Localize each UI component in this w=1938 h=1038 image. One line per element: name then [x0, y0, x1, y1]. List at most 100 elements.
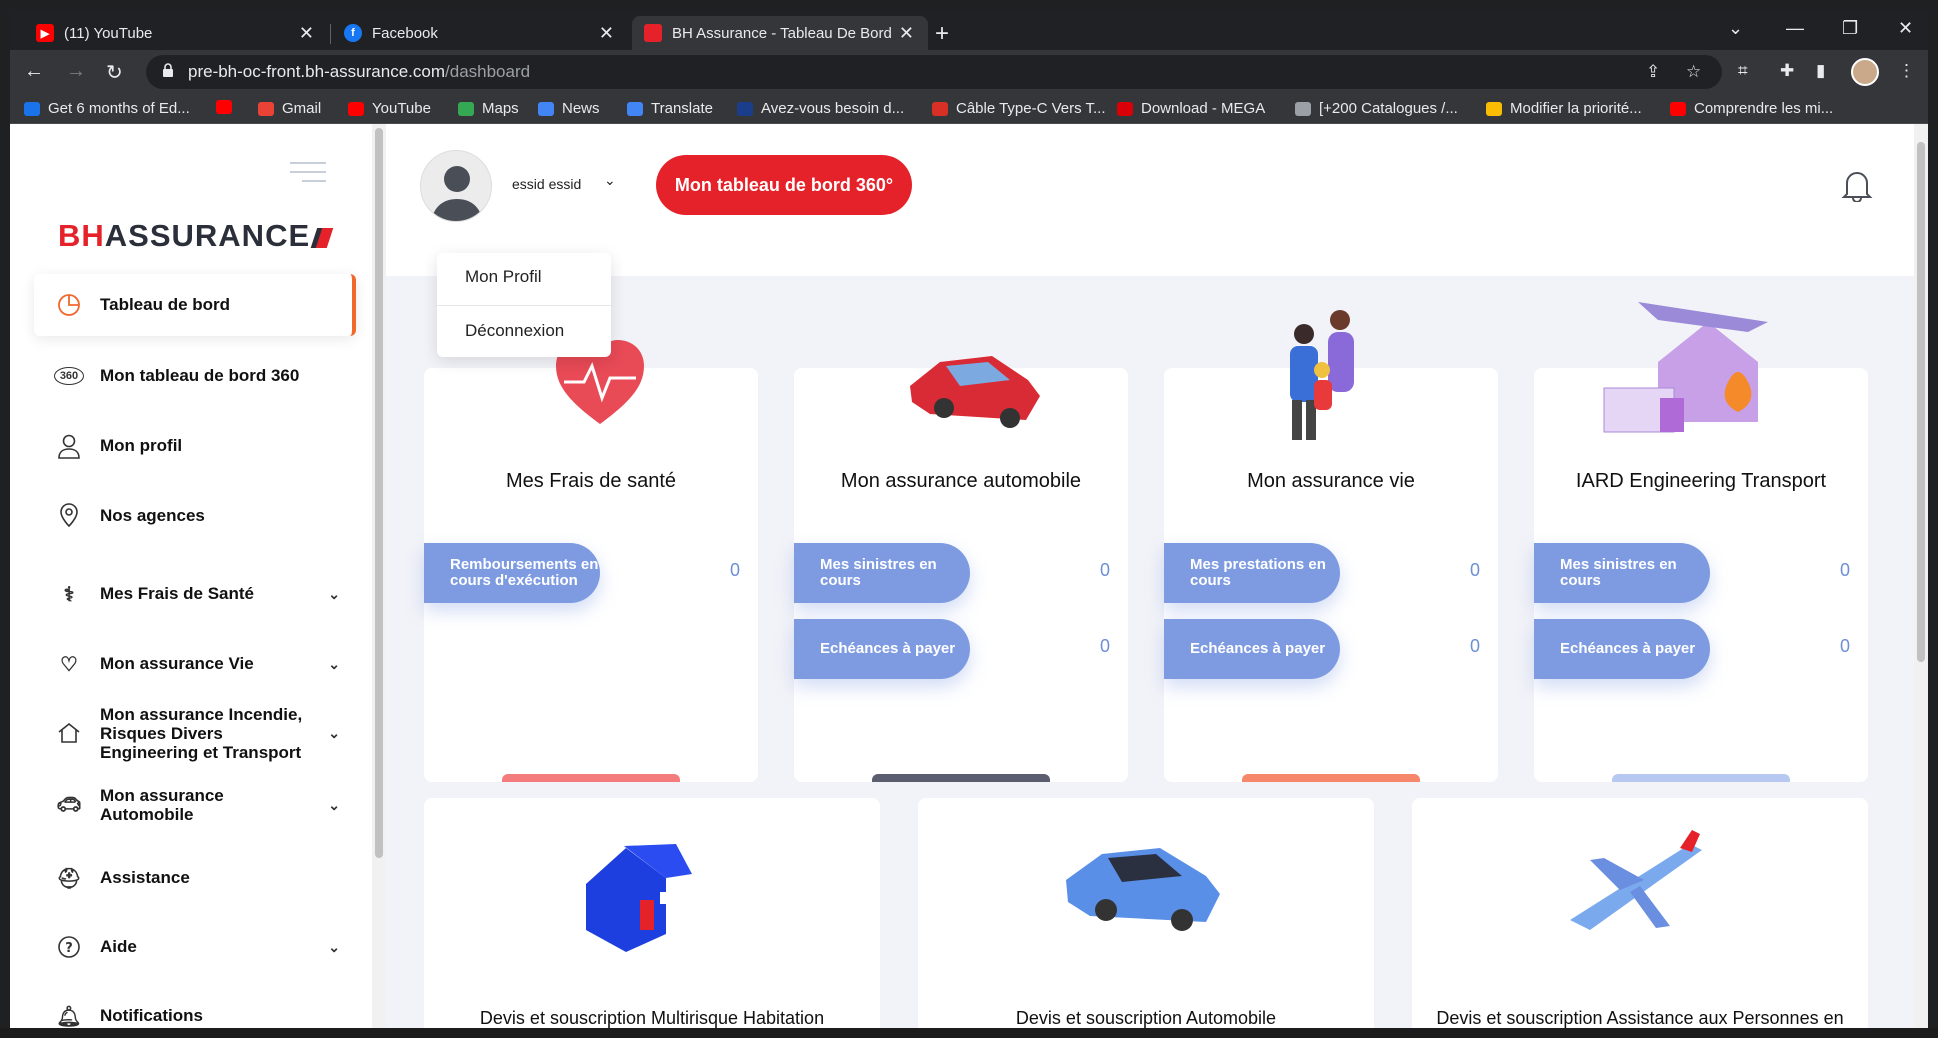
bookmark-label: Avez-vous besoin d...: [761, 100, 905, 117]
dashboard-360-button[interactable]: Mon tableau de bord 360°: [656, 155, 912, 215]
kebab-menu-icon[interactable]: ⋮: [1898, 61, 1915, 81]
reload-icon[interactable]: ↻: [106, 60, 123, 85]
card-accent-bar: [502, 774, 680, 782]
close-icon[interactable]: ✕: [299, 23, 314, 44]
bookmark-favicon-icon: [1295, 101, 1311, 116]
sidebar-scrollbar[interactable]: [372, 124, 386, 1038]
puzzle-extensions-icon[interactable]: ✚: [1780, 61, 1794, 81]
user-avatar[interactable]: [420, 150, 492, 222]
bookmark-item[interactable]: Translate: [627, 100, 713, 117]
red-car-illustration: [900, 336, 1050, 441]
sidebar-item-aide[interactable]: ? Aide ⌄: [34, 927, 356, 967]
menu-divider: [437, 305, 611, 306]
sidebar-item-profil[interactable]: Mon profil: [34, 426, 356, 466]
svg-text:?: ?: [65, 941, 73, 956]
life-hands-icon: ♡: [60, 653, 78, 676]
bookmark-item[interactable]: Câble Type-C Vers T...: [932, 100, 1106, 117]
new-tab-icon[interactable]: +: [935, 20, 949, 48]
360-view-icon: 360: [54, 367, 84, 385]
menu-item-mon-profil[interactable]: Mon Profil: [465, 267, 542, 287]
bookmark-item[interactable]: News: [538, 100, 600, 117]
chevron-down-icon: ⌄: [328, 938, 340, 955]
health-hands-icon: ⚕: [63, 583, 75, 606]
prestations-value: 0: [1469, 560, 1480, 580]
tab-bh-assurance[interactable]: BH Assurance - Tableau De Bord ✕: [632, 16, 928, 50]
bookmark-favicon-icon: [627, 101, 643, 116]
bookmark-item[interactable]: Avez-vous besoin d...: [737, 100, 904, 117]
bookmark-item[interactable]: Gmail: [258, 100, 321, 117]
sidebar-item-label: Mon profil: [100, 436, 183, 455]
echeances-pill[interactable]: Echéances à payer: [1164, 619, 1340, 679]
tab-label: Facebook: [372, 24, 438, 42]
forward-arrow-icon[interactable]: →: [66, 60, 86, 83]
bookmark-item[interactable]: YouTube: [348, 100, 431, 117]
sidebar-item-tableau-de-bord[interactable]: Tableau de bord: [34, 274, 356, 336]
profile-avatar[interactable]: [1851, 58, 1879, 86]
card-title: IARD Engineering Transport: [1575, 470, 1827, 492]
hamburger-menu-icon[interactable]: [290, 162, 326, 189]
sidebar-item-agences[interactable]: Nos agences: [34, 496, 356, 536]
page-scrollbar[interactable]: [1914, 124, 1928, 1038]
bookmark-favicon-icon: [1117, 101, 1133, 116]
dashboard-header: essid essid ⌄ Mon tableau de bord 360°: [386, 124, 1914, 276]
bookmark-item[interactable]: Get 6 months of Ed...: [24, 100, 190, 117]
tab-label: (11) YouTube: [64, 24, 153, 42]
bookmark-item[interactable]: [216, 100, 240, 114]
bookmark-item[interactable]: Download - MEGA: [1117, 100, 1265, 117]
side-panel-icon[interactable]: ▮: [1816, 61, 1825, 81]
star-icon[interactable]: ☆: [1686, 62, 1701, 82]
share-icon[interactable]: ⇪: [1646, 62, 1660, 82]
sidebar-item-assurance-vie[interactable]: ♡ Mon assurance Vie ⌄: [34, 644, 356, 684]
tab-youtube[interactable]: ▶ (11) YouTube ✕: [24, 16, 328, 50]
back-arrow-icon[interactable]: ←: [24, 60, 44, 83]
user-name[interactable]: essid essid: [512, 176, 581, 192]
page: BHASSURANCE Tableau de bord 360 Mon tabl…: [10, 124, 1928, 1038]
close-icon[interactable]: ✕: [899, 23, 914, 44]
browser-toolbar: ← → ↻ pre-bh-oc-front.bh-assurance.com/d…: [10, 50, 1928, 94]
sinistres-pill[interactable]: Mes sinistres en cours: [1534, 543, 1710, 603]
bookmark-favicon-icon: [1670, 101, 1686, 116]
bookmark-item[interactable]: Maps: [458, 100, 519, 117]
card-accent-bar: [872, 774, 1050, 782]
sidebar-item-assistance[interactable]: ⛑ Assistance: [34, 858, 356, 898]
sidebar-item-incendie[interactable]: Mon assurance Incendie, Risques Divers E…: [34, 700, 356, 766]
window-close-icon[interactable]: ✕: [1898, 18, 1913, 39]
sidebar-item-automobile[interactable]: 🚗︎ Mon assurance Automobile ⌄: [34, 782, 356, 828]
sidebar-item-tableau-360[interactable]: 360 Mon tableau de bord 360: [34, 356, 356, 396]
tab-search-chevron-icon[interactable]: ⌄: [1728, 18, 1743, 39]
bookmark-favicon-icon: [348, 101, 364, 116]
bookmark-favicon-icon: [24, 101, 40, 116]
home-icon: [54, 719, 84, 747]
address-bar[interactable]: pre-bh-oc-front.bh-assurance.com/dashboa…: [146, 55, 1722, 89]
tab-label: BH Assurance - Tableau De Bord: [672, 24, 892, 42]
sidebar-item-label: Notifications: [100, 1006, 203, 1025]
chevron-down-icon[interactable]: ⌄: [604, 172, 616, 189]
echeances-pill[interactable]: Echéances à payer: [1534, 619, 1710, 679]
restore-icon[interactable]: ❐: [1842, 18, 1858, 39]
close-icon[interactable]: ✕: [599, 23, 614, 44]
bookmark-favicon-icon: [932, 101, 948, 116]
tab-facebook[interactable]: f Facebook ✕: [332, 16, 628, 50]
echeances-pill[interactable]: Echéances à payer: [794, 619, 970, 679]
extension-translate-icon[interactable]: ⌗: [1738, 61, 1748, 81]
chevron-down-icon: ⌄: [328, 724, 340, 741]
pie-chart-icon: [54, 291, 84, 319]
assistance-icon: ⛑: [56, 867, 82, 890]
browser-window: ▶ (11) YouTube ✕ f Facebook ✕ BH Assuran…: [10, 10, 1928, 1038]
prestations-pill[interactable]: Mes prestations en cours: [1164, 543, 1340, 603]
minimize-icon[interactable]: —: [1786, 18, 1804, 39]
remboursements-pill[interactable]: Remboursements en cours d'exécution: [424, 543, 600, 603]
notification-bell-icon[interactable]: [1841, 168, 1873, 207]
quote-title: Devis et souscription Automobile: [1015, 1008, 1277, 1028]
sidebar-item-label: Mes Frais de Santé: [100, 584, 255, 603]
bookmark-label: Get 6 months of Ed...: [48, 100, 190, 117]
menu-item-deconnexion[interactable]: Déconnexion: [465, 321, 564, 341]
location-pin-icon: [54, 502, 84, 530]
bookmark-item[interactable]: Modifier la priorité...: [1486, 100, 1642, 117]
url-path: /dashboard: [445, 62, 531, 81]
remboursements-value: 0: [729, 560, 740, 580]
bookmark-item[interactable]: Comprendre les mi...: [1670, 100, 1833, 117]
sidebar-item-frais-sante[interactable]: ⚕ Mes Frais de Santé ⌄: [34, 574, 356, 614]
sinistres-pill[interactable]: Mes sinistres en cours: [794, 543, 970, 603]
bookmark-item[interactable]: [+200 Catalogues /...: [1295, 100, 1458, 117]
